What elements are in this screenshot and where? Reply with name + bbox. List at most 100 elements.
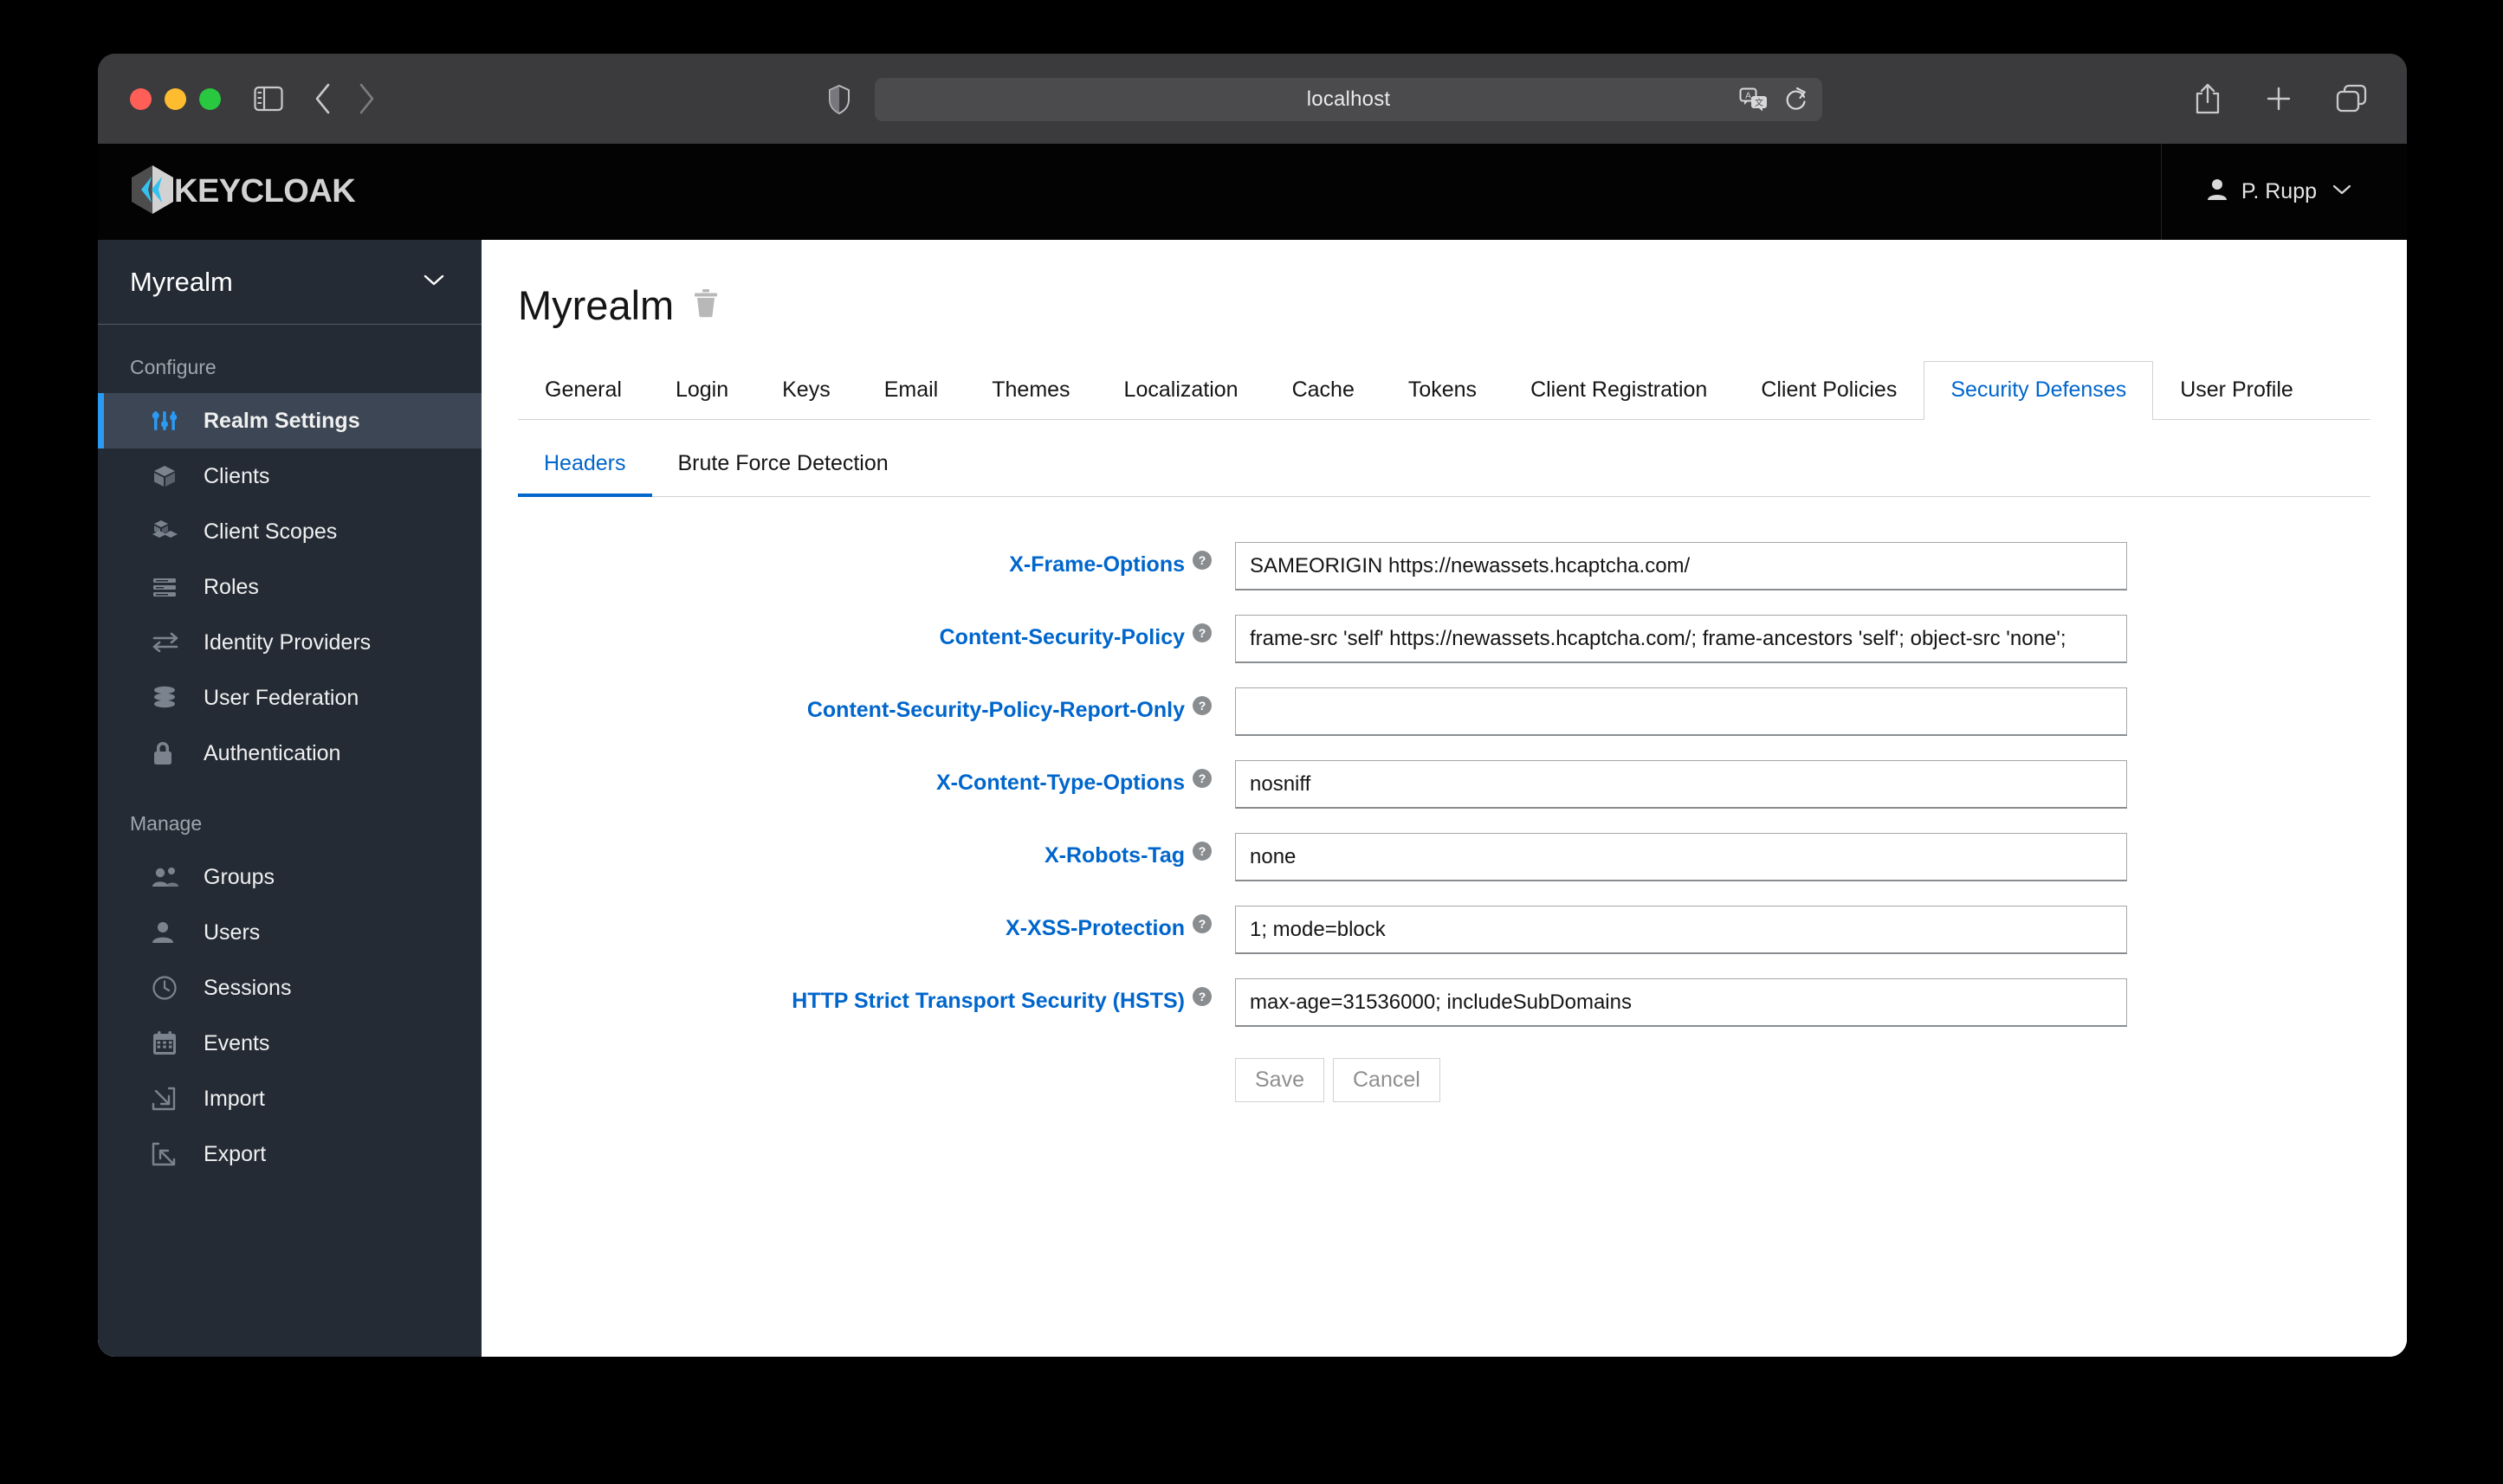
realm-settings-tabs: General Login Keys Email Themes Localiza…: [518, 360, 2370, 420]
sidebar-item-label: Export: [204, 1141, 267, 1166]
sidebar-item-label: Clients: [204, 463, 270, 488]
keycloak-brand[interactable]: KEYCLOAK: [126, 163, 356, 221]
sidebar-item-label: Groups: [204, 864, 275, 889]
sidebar-item-user-federation[interactable]: User Federation: [98, 670, 482, 726]
sidebar-item-realm-settings[interactable]: Realm Settings: [98, 393, 482, 448]
svg-text:?: ?: [1199, 844, 1206, 858]
field-control: [1235, 542, 2127, 590]
translate-icon[interactable]: A 文: [1739, 87, 1769, 112]
save-button[interactable]: Save: [1235, 1058, 1324, 1102]
tab-user-profile[interactable]: User Profile: [2153, 361, 2320, 420]
x-xss-protection-input[interactable]: [1235, 906, 2127, 954]
sidebar-item-export[interactable]: Export: [98, 1126, 482, 1182]
help-circle-icon[interactable]: ?: [1192, 695, 1213, 725]
help-circle-icon[interactable]: ?: [1192, 623, 1213, 652]
primary-sidebar: Myrealm Configure Realm Settings Clients…: [98, 240, 482, 1357]
field-label: Content-Security-Policy-Report-Only?: [482, 687, 1235, 726]
users-icon: [152, 866, 186, 888]
share-icon[interactable]: [2194, 82, 2222, 115]
sidebar-item-sessions[interactable]: Sessions: [98, 960, 482, 1016]
subtab-brute-force-detection[interactable]: Brute Force Detection: [652, 442, 915, 497]
tab-localization[interactable]: Localization: [1097, 361, 1265, 420]
tab-themes[interactable]: Themes: [965, 361, 1096, 420]
address-bar[interactable]: localhost A 文: [875, 78, 1822, 121]
sidebar-item-authentication[interactable]: Authentication: [98, 726, 482, 781]
svg-text:?: ?: [1199, 917, 1206, 931]
tab-tokens[interactable]: Tokens: [1381, 361, 1504, 420]
close-window-button[interactable]: [130, 87, 152, 110]
minimize-window-button[interactable]: [165, 87, 186, 110]
page-viewport: KEYCLOAK P. Rupp Myrealm Configure Realm…: [98, 144, 2407, 1357]
sidebar-item-events[interactable]: Events: [98, 1016, 482, 1071]
tab-cache[interactable]: Cache: [1265, 361, 1381, 420]
svg-text:?: ?: [1199, 626, 1206, 640]
field-control: [1235, 833, 2127, 881]
sidebar-item-import[interactable]: Import: [98, 1071, 482, 1126]
tab-client-policies[interactable]: Client Policies: [1734, 361, 1924, 420]
address-bar-area: localhost A 文: [828, 78, 1822, 121]
sidebar-item-roles[interactable]: Roles: [98, 559, 482, 615]
page-body: Myrealm Configure Realm Settings Clients…: [98, 240, 2407, 1357]
hsts-input[interactable]: [1235, 978, 2127, 1027]
content-security-policy-input[interactable]: [1235, 615, 2127, 663]
x-robots-tag-input[interactable]: [1235, 833, 2127, 881]
realm-selector[interactable]: Myrealm: [98, 240, 482, 325]
svg-text:文: 文: [1755, 97, 1763, 108]
sidebar-toggle-icon[interactable]: [254, 86, 283, 112]
security-defenses-subtabs: Headers Brute Force Detection: [518, 442, 2370, 497]
clock-icon: [152, 975, 186, 1001]
sidebar-item-groups[interactable]: Groups: [98, 849, 482, 905]
export-arrow-icon: [152, 1142, 186, 1166]
tab-login[interactable]: Login: [649, 361, 755, 420]
list-icon: [152, 575, 186, 599]
help-circle-icon[interactable]: ?: [1192, 841, 1213, 870]
chevron-down-icon: [2332, 184, 2351, 200]
sidebar-item-identity-providers[interactable]: Identity Providers: [98, 615, 482, 670]
tab-general[interactable]: General: [518, 361, 649, 420]
x-frame-options-input[interactable]: [1235, 542, 2127, 590]
page-header: Myrealm: [482, 240, 2407, 329]
content-security-policy-report-only-input[interactable]: [1235, 687, 2127, 736]
sidebar-item-label: Realm Settings: [204, 408, 360, 433]
sidebar-item-users[interactable]: Users: [98, 905, 482, 960]
help-circle-icon[interactable]: ?: [1192, 986, 1213, 1016]
sidebar-item-client-scopes[interactable]: Client Scopes: [98, 504, 482, 559]
exchange-arrows-icon: [152, 631, 186, 654]
field-control: [1235, 615, 2127, 663]
help-circle-icon[interactable]: ?: [1192, 768, 1213, 797]
sidebar-item-label: Sessions: [204, 975, 292, 1000]
chevron-down-icon: [423, 273, 445, 291]
help-circle-icon[interactable]: ?: [1192, 550, 1213, 579]
import-arrow-icon: [152, 1087, 186, 1111]
tab-client-registration[interactable]: Client Registration: [1504, 361, 1734, 420]
browser-window: localhost A 文 KEYCLOAK P. Rupp Myrealm C…: [98, 54, 2407, 1357]
subtab-headers[interactable]: Headers: [518, 442, 652, 497]
tab-security-defenses[interactable]: Security Defenses: [1924, 361, 2154, 420]
cancel-button[interactable]: Cancel: [1332, 1058, 1440, 1102]
field-row-content-security-policy-report-only: Content-Security-Policy-Report-Only?: [482, 687, 2283, 736]
sidebar-item-clients[interactable]: Clients: [98, 448, 482, 504]
new-tab-plus-icon[interactable]: [2265, 85, 2293, 113]
user-menu-label: P. Rupp: [2241, 179, 2317, 203]
zoom-window-button[interactable]: [199, 87, 221, 110]
tab-keys[interactable]: Keys: [755, 361, 857, 420]
cubes-icon: [152, 519, 186, 545]
form-actions: Save Cancel: [1235, 1058, 2283, 1102]
keycloak-masthead: KEYCLOAK P. Rupp: [98, 144, 2407, 240]
tab-email[interactable]: Email: [857, 361, 966, 420]
trash-icon[interactable]: [693, 288, 719, 322]
reload-icon[interactable]: [1784, 87, 1808, 113]
field-row-hsts: HTTP Strict Transport Security (HSTS)?: [482, 978, 2283, 1027]
shield-icon[interactable]: [828, 85, 851, 114]
x-content-type-options-input[interactable]: [1235, 760, 2127, 809]
tab-overview-icon[interactable]: [2336, 84, 2367, 113]
sidebar-item-label: Authentication: [204, 740, 341, 765]
database-icon: [152, 685, 186, 711]
help-circle-icon[interactable]: ?: [1192, 913, 1213, 943]
forward-arrow-icon[interactable]: [356, 82, 377, 115]
user-menu[interactable]: P. Rupp: [2160, 144, 2407, 240]
sidebar-item-label: Client Scopes: [204, 519, 338, 544]
back-arrow-icon[interactable]: [313, 82, 333, 115]
lock-icon: [152, 740, 186, 766]
window-traffic-lights: [130, 87, 221, 110]
